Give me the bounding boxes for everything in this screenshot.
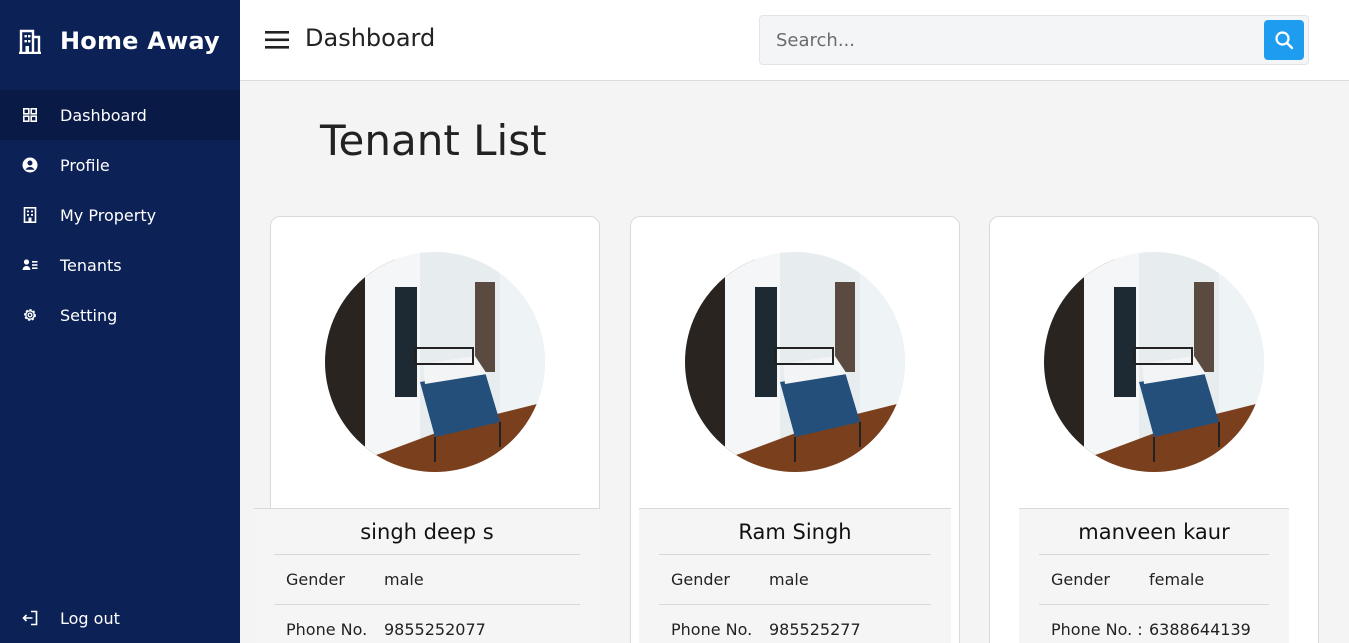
- tenant-card[interactable]: Ram Singh Gender male Phone No. 98552527…: [630, 216, 960, 643]
- user-circle-icon: [22, 157, 38, 173]
- sidebar-item-profile[interactable]: Profile: [0, 140, 240, 190]
- header-title: Dashboard: [305, 24, 436, 52]
- tenant-name: Ram Singh: [659, 509, 931, 555]
- gender-value: female: [1149, 570, 1205, 589]
- gender-value: male: [384, 570, 424, 589]
- phone-label: Phone No. :: [1051, 620, 1143, 639]
- phone-row: Phone No. : 6388644139: [1039, 605, 1269, 643]
- logout-button[interactable]: Log out: [0, 593, 240, 643]
- gender-row: Gender male: [274, 555, 580, 605]
- tenant-card[interactable]: manveen kaur Gender female Phone No. : 6…: [989, 216, 1319, 643]
- search-icon: [1275, 31, 1294, 50]
- sidebar: Home Away Dashboard Profile My Property …: [0, 0, 240, 643]
- brand[interactable]: Home Away: [0, 0, 240, 82]
- phone-row: Phone No. 985525277: [659, 605, 931, 643]
- logout-label: Log out: [60, 608, 120, 628]
- building-logo-icon: [19, 29, 41, 54]
- search-button[interactable]: [1264, 20, 1304, 60]
- phone-row: Phone No. 9855252077: [274, 605, 580, 643]
- phone-label: Phone No.: [671, 620, 753, 639]
- sidebar-item-label: Setting: [60, 305, 118, 325]
- tenant-photo: [685, 252, 905, 472]
- sidebar-item-my-property[interactable]: My Property: [0, 190, 240, 240]
- tenant-name: manveen kaur: [1039, 509, 1269, 555]
- search-bar: [759, 15, 1309, 65]
- search-input[interactable]: [760, 16, 1260, 64]
- tenant-name: singh deep s: [274, 509, 580, 555]
- page-title: Tenant List: [320, 116, 547, 165]
- phone-value: 6388644139: [1149, 620, 1251, 639]
- tenant-info: singh deep s Gender male Phone No. 98552…: [254, 508, 600, 643]
- top-header: Dashboard: [240, 0, 1349, 81]
- phone-value: 985525277: [769, 620, 861, 639]
- tenant-photo: [325, 252, 545, 472]
- phone-label: Phone No.: [286, 620, 368, 639]
- gender-label: Gender: [671, 570, 730, 589]
- hamburger-icon: [265, 31, 289, 49]
- sidebar-item-label: Tenants: [60, 255, 122, 275]
- building-icon: [22, 207, 38, 223]
- brand-name: Home Away: [60, 27, 220, 55]
- sidebar-item-label: Dashboard: [60, 105, 147, 125]
- phone-value: 9855252077: [384, 620, 486, 639]
- sidebar-item-label: Profile: [60, 155, 110, 175]
- tenant-info: manveen kaur Gender female Phone No. : 6…: [1019, 508, 1289, 643]
- hamburger-menu-button[interactable]: [265, 29, 289, 51]
- gear-icon: [22, 307, 38, 323]
- sidebar-nav: Dashboard Profile My Property Tenants Se…: [0, 90, 240, 340]
- id-card-icon: [22, 257, 38, 273]
- gender-value: male: [769, 570, 809, 589]
- gender-label: Gender: [1051, 570, 1110, 589]
- tenant-info: Ram Singh Gender male Phone No. 98552527…: [639, 508, 951, 643]
- sidebar-item-tenants[interactable]: Tenants: [0, 240, 240, 290]
- logout-icon: [22, 610, 38, 626]
- sidebar-item-dashboard[interactable]: Dashboard: [0, 90, 240, 140]
- tenant-card[interactable]: singh deep s Gender male Phone No. 98552…: [254, 216, 600, 643]
- tenant-photo: [1044, 252, 1264, 472]
- sidebar-item-label: My Property: [60, 205, 157, 225]
- grid-icon: [22, 107, 38, 123]
- gender-row: Gender male: [659, 555, 931, 605]
- sidebar-item-setting[interactable]: Setting: [0, 290, 240, 340]
- gender-label: Gender: [286, 570, 345, 589]
- gender-row: Gender female: [1039, 555, 1269, 605]
